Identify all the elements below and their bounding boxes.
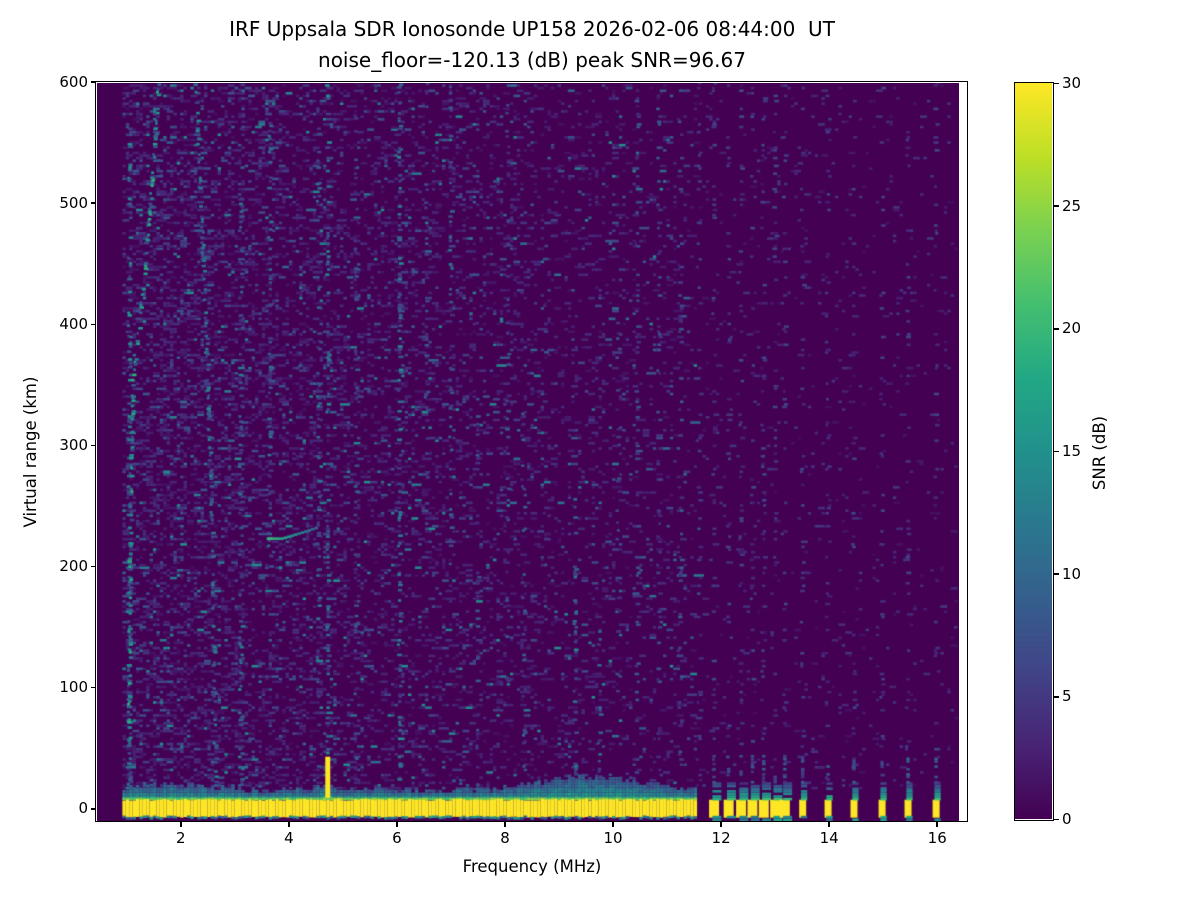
chart-title: IRF Uppsala SDR Ionosonde UP158 2026-02-… [229,17,835,41]
x-tickmark [720,822,722,827]
colorbar [1014,82,1054,821]
colorbar-tick-label: 10 [1062,564,1082,583]
x-tickmark [288,822,290,827]
y-tick-label: 400 [59,314,88,333]
ionogram-figure: IRF Uppsala SDR Ionosonde UP158 2026-02-… [0,0,1200,900]
colorbar-tickmark [1054,82,1059,85]
x-tick-label: 12 [711,829,731,847]
x-axis-label: Frequency (MHz) [462,857,602,876]
plot-area [95,81,968,822]
x-tick-label: 4 [284,829,294,847]
colorbar-label: SNR (dB) [1090,415,1109,491]
colorbar-tickmark [1054,328,1059,330]
colorbar-tickmark [1054,205,1059,207]
y-tick-label: 300 [59,435,88,454]
colorbar-tick-label: 0 [1062,810,1072,828]
x-tickmark [180,822,182,827]
colorbar-tickmark [1054,818,1059,821]
chart-subtitle: noise_floor=-120.13 (dB) peak SNR=96.67 [318,48,746,72]
colorbar-tick-label: 20 [1062,319,1082,338]
y-tickmark [90,686,96,689]
x-tick-label: 16 [927,829,947,847]
y-tickmark [90,565,96,568]
colorbar-tickmark [1054,450,1059,453]
colorbar-tickmark [1054,696,1059,698]
y-tickmark [90,808,96,810]
y-tickmark [90,444,96,447]
x-tick-label: 8 [500,829,510,847]
colorbar-tick-label: 5 [1062,687,1072,706]
colorbar-tickmark [1054,573,1059,575]
y-tick-label: 600 [59,72,88,91]
y-tick-label: 100 [59,678,88,697]
x-tickmark [612,822,614,827]
x-tickmark [936,822,938,827]
x-tick-label: 2 [176,829,186,847]
colorbar-tick-label: 25 [1062,196,1082,215]
x-tickmark [396,822,398,827]
title-block: IRF Uppsala SDR Ionosonde UP158 2026-02-… [96,14,968,76]
x-tick-label: 14 [819,829,839,847]
y-tickmark [90,202,96,204]
colorbar-tick-label: 30 [1062,74,1082,92]
y-axis-label: Virtual range (km) [21,376,40,528]
y-tickmark [90,323,96,325]
y-tick-label: 200 [59,557,88,576]
x-tickmark [504,822,506,827]
y-tickmark [90,81,96,83]
x-tick-label: 10 [603,829,623,847]
x-tickmark [828,822,830,827]
colorbar-gradient [1015,83,1052,819]
x-tick-label: 6 [392,829,402,847]
y-tick-label: 500 [59,193,88,212]
y-tick-label: 0 [78,799,88,818]
